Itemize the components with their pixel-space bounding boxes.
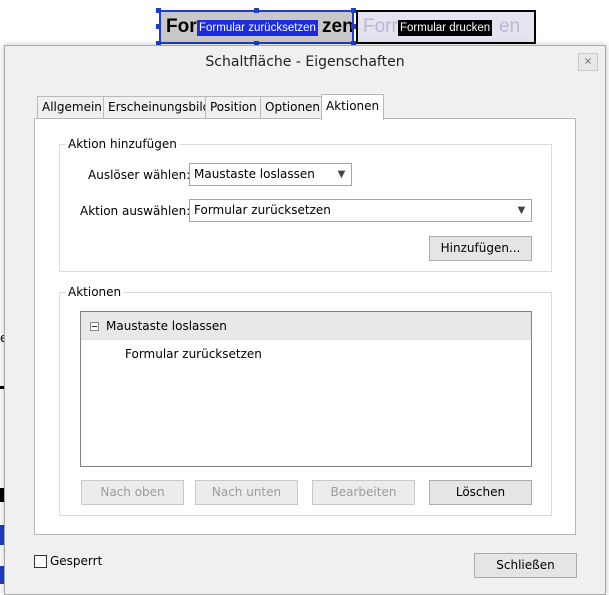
- add-action-group: Aktion hinzufügen Auslöser wählen: Maust…: [59, 137, 552, 272]
- locked-label: Gesperrt: [50, 554, 103, 568]
- tab-optionen[interactable]: Optionen: [260, 96, 326, 118]
- edit-button[interactable]: Bearbeiten: [312, 480, 415, 505]
- add-action-legend: Aktion hinzufügen: [66, 137, 179, 151]
- actions-list[interactable]: Maustaste loslassen Formular zurücksetze…: [80, 311, 532, 467]
- locked-checkbox[interactable]: [34, 555, 47, 568]
- actions-legend: Aktionen: [66, 285, 124, 299]
- actions-group: Aktionen Maustaste loslassen Formular zu…: [59, 285, 552, 516]
- print-form-field-text-end: en: [499, 16, 521, 37]
- tab-allgemein[interactable]: Allgemein: [37, 96, 107, 118]
- reset-form-field-tooltip: Formular zurücksetzen: [197, 20, 318, 36]
- selection-handle[interactable]: [156, 24, 161, 29]
- tab-erscheinungsbild[interactable]: Erscheinungsbild: [103, 96, 216, 118]
- chevron-down-icon: ▼: [337, 169, 346, 180]
- print-form-field-text-start: Forr: [363, 16, 398, 37]
- trigger-select[interactable]: Maustaste loslassen ▼: [189, 163, 352, 186]
- reset-form-field-text-end: zen: [322, 16, 354, 37]
- trigger-label: Auslöser wählen:: [88, 168, 191, 182]
- collapse-icon[interactable]: [90, 322, 99, 331]
- trigger-select-value: Maustaste loslassen: [194, 167, 315, 181]
- actions-list-group-row[interactable]: Maustaste loslassen: [81, 312, 531, 340]
- print-form-field[interactable]: Forr Formular drucken en: [356, 10, 536, 44]
- chevron-down-icon: ▼: [517, 205, 526, 216]
- dialog-title: Schaltfläche - Eigenschaften: [205, 54, 405, 70]
- tab-aktionen[interactable]: Aktionen: [321, 94, 385, 120]
- action-select[interactable]: Formular zurücksetzen ▼: [189, 199, 532, 222]
- reset-form-field[interactable]: Forr Formular zurücksetzen zen: [159, 10, 354, 44]
- move-down-button[interactable]: Nach unten: [195, 480, 298, 505]
- print-form-field-tooltip: Formular drucken: [398, 20, 493, 36]
- delete-button[interactable]: Löschen: [429, 480, 532, 505]
- actions-list-item[interactable]: Formular zurücksetzen: [125, 347, 262, 361]
- move-up-button[interactable]: Nach oben: [81, 480, 184, 505]
- selection-handle[interactable]: [156, 8, 161, 13]
- close-icon[interactable]: ×: [578, 53, 598, 71]
- button-properties-dialog: Schaltfläche - Eigenschaften × Allgemein…: [4, 45, 606, 595]
- actions-list-group-title: Maustaste loslassen: [106, 319, 227, 333]
- action-label: Aktion auswählen:: [80, 204, 191, 218]
- action-select-value: Formular zurücksetzen: [194, 203, 331, 217]
- tab-page-aktionen: Aktion hinzufügen Auslöser wählen: Maust…: [34, 118, 576, 535]
- tab-position[interactable]: Position: [205, 96, 262, 118]
- add-button[interactable]: Hinzufügen...: [429, 236, 532, 261]
- selection-handle[interactable]: [254, 8, 259, 13]
- close-button[interactable]: Schließen: [474, 553, 577, 578]
